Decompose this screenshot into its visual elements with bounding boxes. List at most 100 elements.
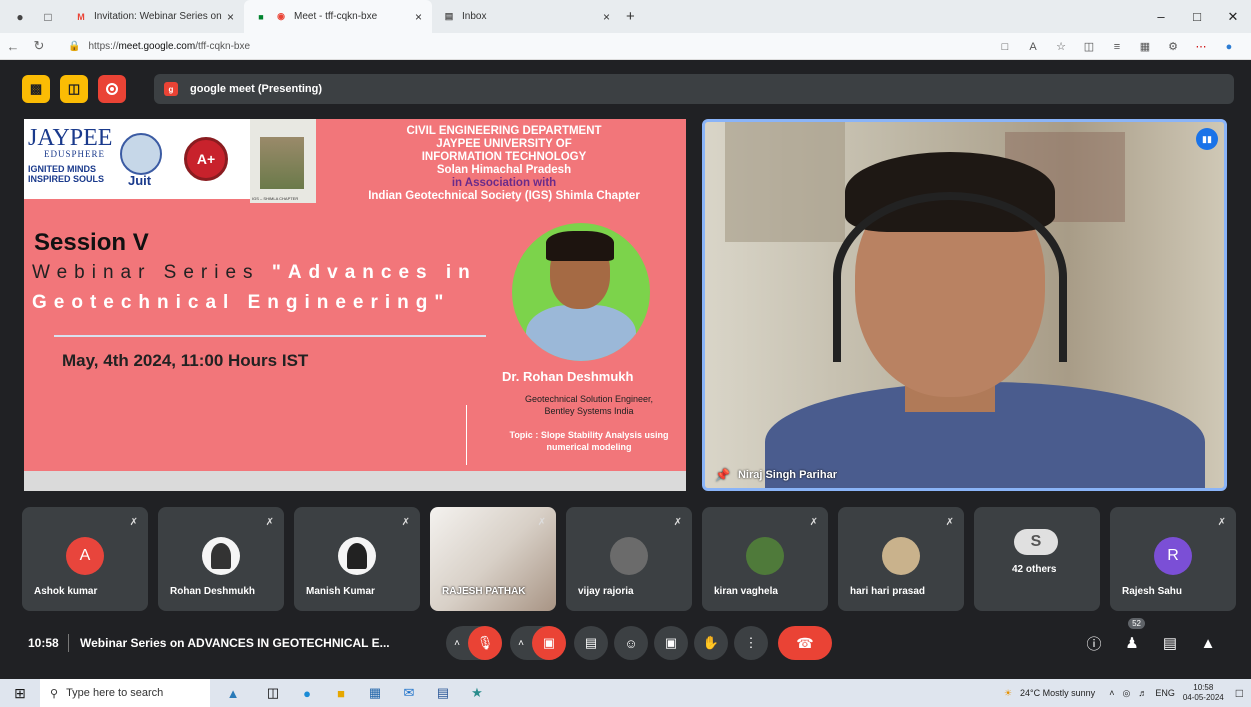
- clock[interactable]: 10:58 04-05-2024: [1183, 683, 1224, 703]
- speaker-label: 📌 Niraj Singh Parihar: [715, 468, 837, 482]
- present-button[interactable]: ▣: [654, 626, 688, 660]
- taskbar-search[interactable]: ⚲ Type here to search: [40, 679, 210, 707]
- mic-off-button[interactable]: 🎙: [468, 626, 502, 660]
- camera-off-button[interactable]: ▣: [532, 626, 566, 660]
- copilot-icon[interactable]: ●: [1215, 41, 1243, 53]
- volume-icon[interactable]: ♬: [1138, 688, 1147, 698]
- participant-tile[interactable]: ✗ vijay rajoria: [566, 507, 692, 611]
- speaker-video-tile[interactable]: ▮▮ 📌 Niraj Singh Parihar: [702, 119, 1227, 491]
- app-icon[interactable]: ★: [460, 679, 494, 707]
- back-icon[interactable]: ←: [0, 39, 26, 54]
- favorite-icon[interactable]: ☆: [1047, 40, 1075, 53]
- task-view-icon[interactable]: ◫: [256, 679, 290, 707]
- presenting-label: google meet (Presenting): [190, 83, 323, 95]
- speaker-role-2: Bentley Systems India: [544, 406, 634, 416]
- refresh-icon[interactable]: ↻: [26, 38, 52, 54]
- participant-tile[interactable]: ✗ A Ashok kumar: [22, 507, 148, 611]
- participant-tile[interactable]: ✗ R Rajesh Sahu: [1110, 507, 1236, 611]
- dept-line: Solan Himachal Pradesh: [436, 164, 572, 176]
- search-icon: ⚲: [50, 687, 59, 700]
- mic-off-icon: ✗: [1217, 517, 1226, 528]
- language[interactable]: ENG: [1155, 688, 1175, 698]
- tray-chevron-icon[interactable]: ˄: [1109, 688, 1114, 698]
- captions-button[interactable]: ▤: [574, 626, 608, 660]
- participant-tile[interactable]: ✗ Rohan Deshmukh: [158, 507, 284, 611]
- network-icon[interactable]: ◎: [1122, 688, 1130, 699]
- tab-title: Meet - tff-cqkn-bxe: [294, 11, 378, 22]
- meeting-control-bar: 10:58 Webinar Series on ADVANCES IN GEOT…: [10, 618, 1241, 672]
- edge-icon[interactable]: ●: [290, 679, 324, 707]
- close-icon[interactable]: ×: [603, 10, 610, 24]
- notification-icon[interactable]: □: [1236, 686, 1243, 700]
- avatar: A: [66, 537, 104, 575]
- end-call-button[interactable]: ☎: [778, 626, 832, 660]
- mail-icon[interactable]: ✉: [392, 679, 426, 707]
- activities-button[interactable]: ▲: [1189, 626, 1227, 660]
- store-icon[interactable]: ▦: [358, 679, 392, 707]
- minimize-icon[interactable]: –: [1143, 9, 1179, 24]
- info-button[interactable]: ⓘ: [1075, 626, 1113, 660]
- url-field[interactable]: 🔒 https://meet.google.com/tff-cqkn-bxe: [62, 35, 942, 57]
- tab-actions-icon[interactable]: □: [40, 9, 56, 25]
- side-panel-controls: ⓘ ♟ 52 ▤ ▲: [1075, 618, 1227, 660]
- emoji-button[interactable]: ☺: [614, 626, 648, 660]
- windows-start-icon[interactable]: ⊞: [0, 685, 40, 702]
- search-highlight-icon[interactable]: ▲: [210, 679, 256, 707]
- word-icon[interactable]: ▤: [426, 679, 460, 707]
- pin-icon[interactable]: 📌: [715, 468, 730, 482]
- raise-hand-button[interactable]: ✋: [694, 626, 728, 660]
- jaypee-logo: JAYPEE: [28, 125, 113, 151]
- close-window-icon[interactable]: ✕: [1215, 9, 1251, 25]
- chevron-up-icon[interactable]: ˄: [446, 638, 468, 649]
- avatar: [610, 537, 648, 575]
- hair: [546, 231, 614, 261]
- participant-name: Manish Kumar: [306, 586, 375, 597]
- close-icon[interactable]: ×: [415, 10, 422, 24]
- speaker-role: Geotechnical Solution Engineer, Bentley …: [494, 393, 684, 417]
- more-icon[interactable]: ⋯: [1187, 40, 1215, 53]
- people-button[interactable]: ♟ 52: [1113, 618, 1151, 660]
- tab-inbox[interactable]: ▤ Inbox ×: [432, 0, 620, 33]
- tab-title: Invitation: Webinar Series on AD: [94, 11, 224, 22]
- read-aloud-icon[interactable]: A: [1019, 41, 1047, 53]
- record-icon: [106, 83, 118, 95]
- app-available-icon[interactable]: □: [991, 41, 1019, 53]
- participant-tile[interactable]: ✗ RAJESH PATHAK: [430, 507, 556, 611]
- more-options-button[interactable]: ⋮: [734, 626, 768, 660]
- layout-icon[interactable]: ◫: [60, 75, 88, 103]
- tagline-2: INSPIRED SOULS: [28, 174, 105, 184]
- background-shelf: [725, 122, 845, 242]
- divider: [54, 335, 486, 337]
- restore-icon[interactable]: □: [1179, 9, 1215, 24]
- new-tab-button[interactable]: +: [620, 0, 641, 33]
- vertical-divider: [466, 405, 467, 465]
- participant-tile[interactable]: ✗ kiran vaghela: [702, 507, 828, 611]
- profile-icon[interactable]: ●: [12, 9, 28, 25]
- others-tile[interactable]: S 42 others: [974, 507, 1100, 611]
- collections-icon[interactable]: ▦: [1131, 40, 1159, 53]
- chat-button[interactable]: ▤: [1151, 626, 1189, 660]
- stop-presenting-button[interactable]: [98, 75, 126, 103]
- file-explorer-icon[interactable]: ■: [324, 679, 358, 707]
- participant-tile[interactable]: ✗ hari hari prasad: [838, 507, 964, 611]
- chevron-up-icon[interactable]: ˄: [510, 638, 532, 649]
- present-icon[interactable]: ▩: [22, 75, 50, 103]
- participant-name: Rajesh Sahu: [1122, 586, 1183, 597]
- extensions-icon[interactable]: ⚙: [1159, 40, 1187, 53]
- favorites-icon[interactable]: ≡: [1103, 41, 1131, 53]
- call-controls: ˄ 🎙 ˄ ▣ ▤ ☺ ▣ ✋ ⋮ ☎: [446, 626, 832, 660]
- weather-icon[interactable]: ☀: [1004, 688, 1012, 699]
- split-screen-icon[interactable]: ◫: [1075, 40, 1103, 53]
- close-icon[interactable]: ×: [227, 10, 234, 24]
- weather-text[interactable]: 24°C Mostly sunny: [1020, 688, 1095, 698]
- participant-name: kiran vaghela: [714, 586, 778, 597]
- participant-tile[interactable]: ✗ Manish Kumar: [294, 507, 420, 611]
- clock-date: 04-05-2024: [1182, 693, 1224, 702]
- avatar: [882, 537, 920, 575]
- tab-meet[interactable]: ■ ◉ Meet - tff-cqkn-bxe ×: [244, 0, 432, 33]
- meet-icon: ■: [258, 11, 264, 22]
- url-path: /tff-cqkn-bxe: [195, 40, 251, 52]
- tab-gmail[interactable]: M Invitation: Webinar Series on AD ×: [64, 0, 244, 33]
- edusphere-text: EDUSPHERE: [44, 149, 106, 159]
- topic: Topic : Slope Stability Analysis using n…: [494, 429, 684, 453]
